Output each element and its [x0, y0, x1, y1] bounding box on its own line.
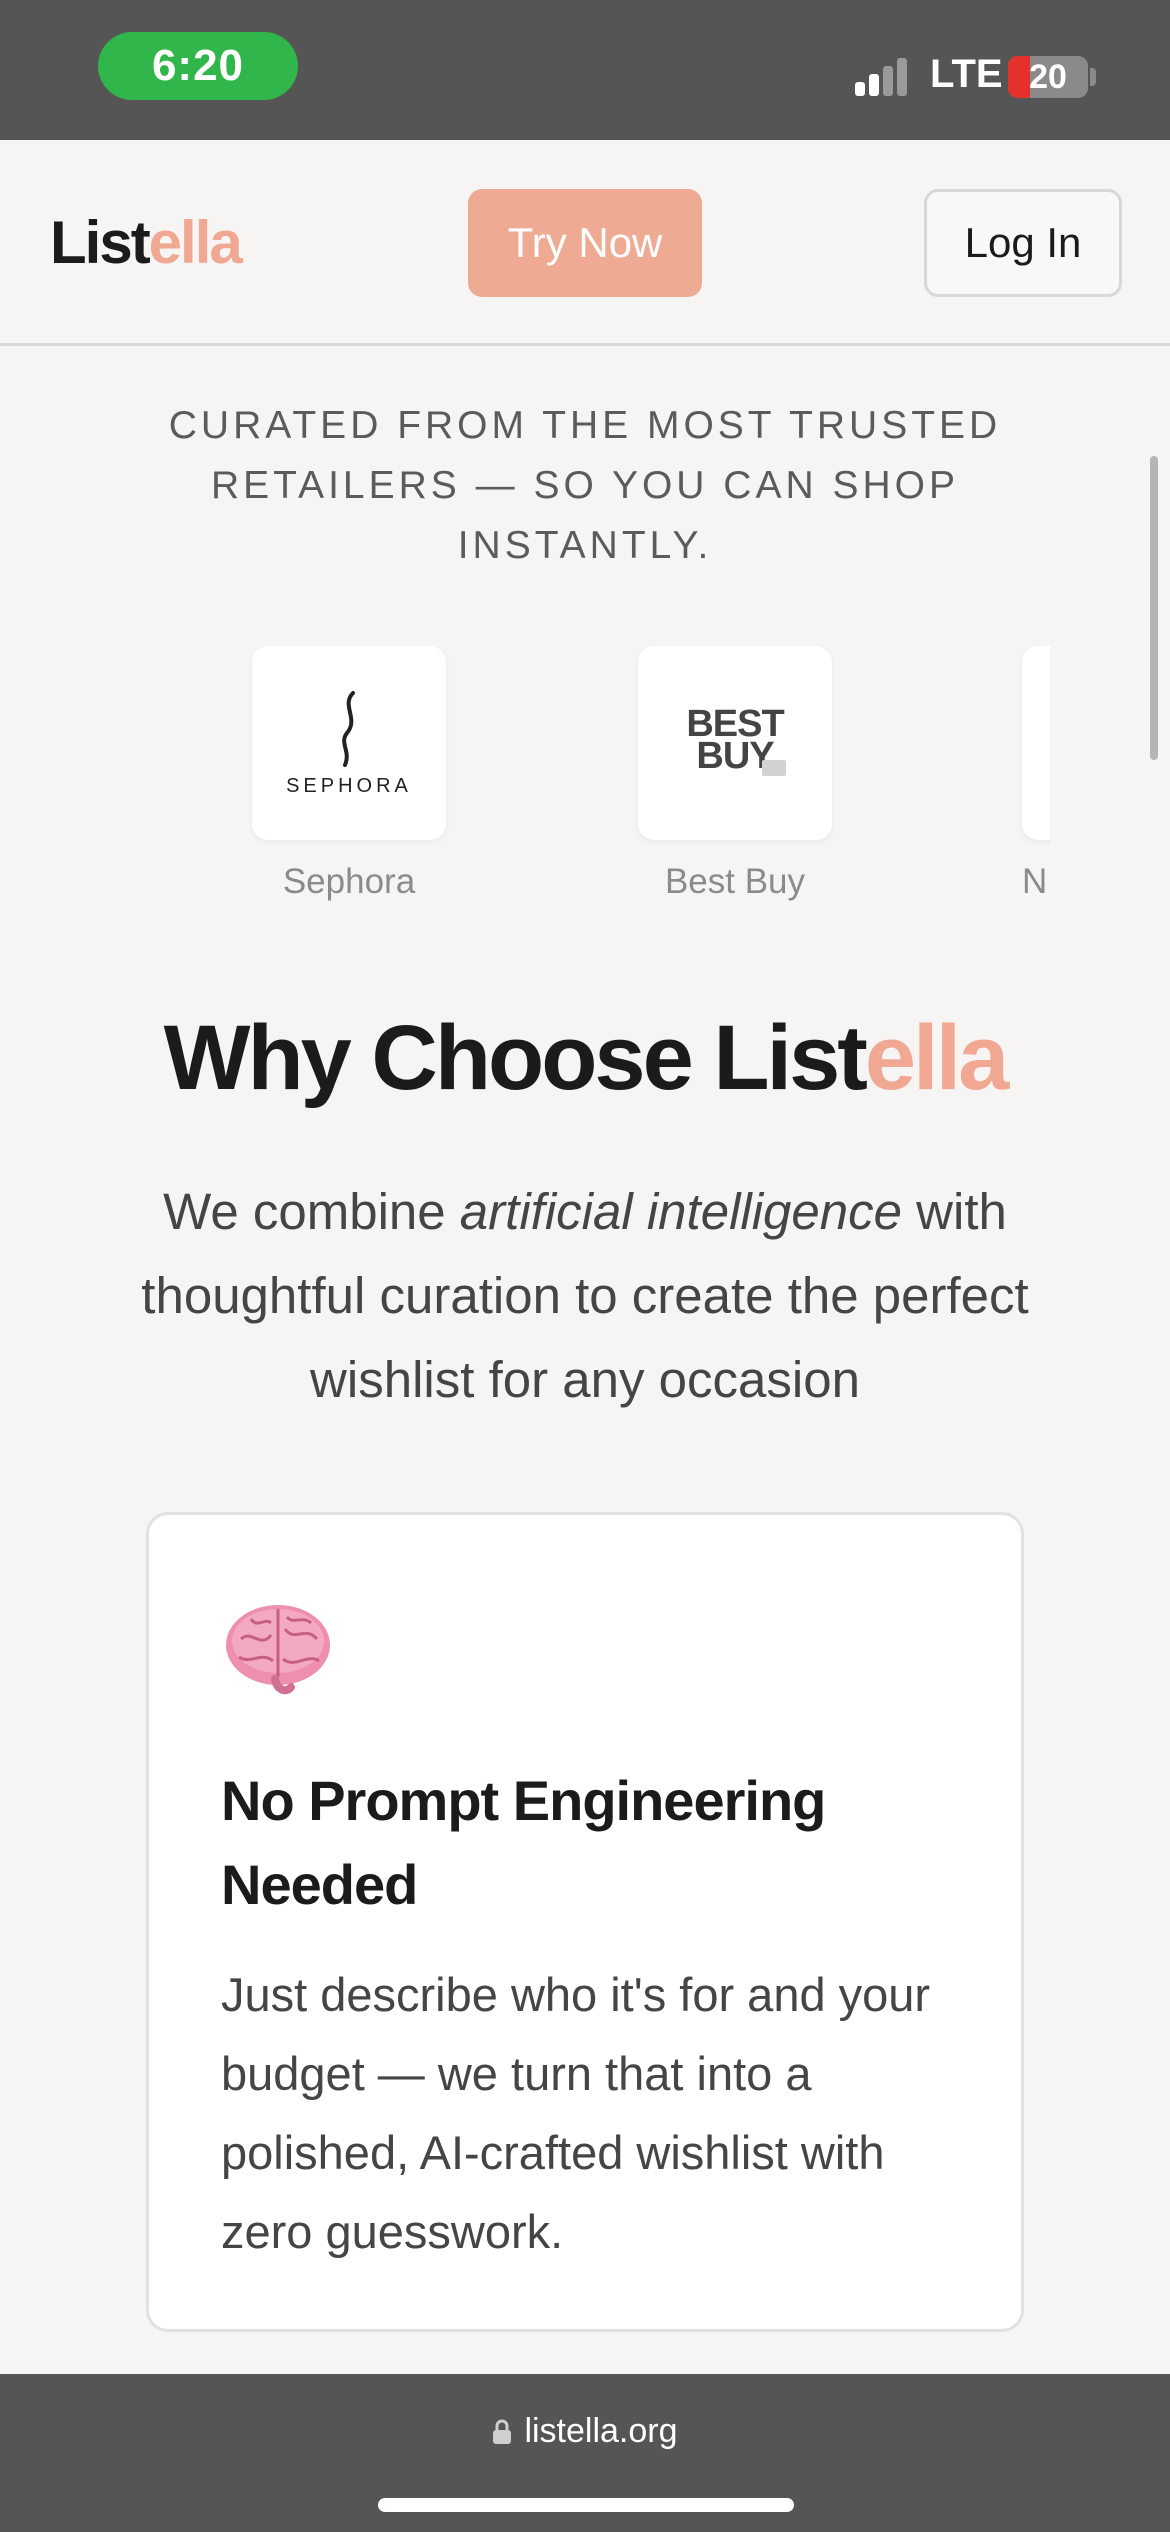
retailer-tile[interactable]: BEST BUY: [638, 646, 832, 840]
retailer-name: N: [1022, 862, 1048, 901]
retailer-partial[interactable]: N: [1022, 646, 1050, 902]
feature-card: No Prompt Engineering Needed Just descri…: [146, 1512, 1024, 2332]
site-header: Listella Try Now Log In: [0, 140, 1170, 346]
battery-nub: [1090, 68, 1096, 86]
try-now-button[interactable]: Try Now: [468, 189, 702, 297]
logo-part-2: ella: [148, 209, 243, 276]
curated-tagline: CURATED FROM THE MOST TRUSTED RETAILERS …: [168, 404, 1002, 567]
logo-part-1: List: [50, 209, 151, 276]
status-bar: 6:20 LTE 20: [0, 0, 1170, 140]
bestbuy-logo: BEST BUY: [680, 705, 790, 778]
carrier-label: LTE: [930, 52, 1003, 96]
sephora-logo: [342, 690, 355, 767]
brain-icon: [226, 1605, 330, 1695]
why-choose-heading: Why Choose Listella: [0, 1006, 1170, 1111]
why-choose-description: We combine artificial intelligence with …: [130, 1170, 1040, 1422]
why-desc-emphasis: artificial intelligence: [459, 1183, 903, 1240]
feature-title: No Prompt Engineering Needed: [221, 1769, 826, 1916]
battery-icon: 20: [1008, 56, 1088, 98]
cellular-signal-icon: [855, 58, 915, 96]
feature-description: Just describe who it's for and your budg…: [221, 1968, 931, 2258]
url-text: listella.org: [524, 2412, 678, 2450]
retailer-sephora[interactable]: SEPHORA Sephora: [252, 646, 446, 902]
bestbuy-tag-icon: [762, 760, 786, 776]
retailer-carousel[interactable]: SEPHORA Sephora BEST BUY Best Buy N: [0, 646, 1050, 916]
browser-address-bar[interactable]: listella.org: [0, 2374, 1170, 2532]
status-time: 6:20: [98, 32, 298, 100]
url-display[interactable]: listella.org: [0, 2412, 1170, 2451]
retailer-tile[interactable]: SEPHORA: [252, 646, 446, 840]
retailer-name: Sephora: [282, 862, 416, 901]
battery-level: 20: [1029, 57, 1067, 96]
logo[interactable]: Listella: [50, 208, 243, 277]
retailer-tile[interactable]: [1022, 646, 1050, 840]
sephora-logo-text: SEPHORA: [286, 774, 412, 797]
log-in-button[interactable]: Log In: [924, 189, 1122, 297]
retailer-name: Best Buy: [664, 862, 806, 901]
scrollbar[interactable]: [1150, 456, 1158, 760]
why-desc-part-1: We combine: [163, 1183, 460, 1240]
lock-icon: [493, 2419, 512, 2444]
home-indicator[interactable]: [378, 2498, 794, 2512]
why-title-part-2: ella: [864, 1007, 1009, 1109]
retailer-best-buy[interactable]: BEST BUY Best Buy: [638, 646, 832, 902]
why-title-part-1: Why Choose List: [163, 1007, 868, 1109]
